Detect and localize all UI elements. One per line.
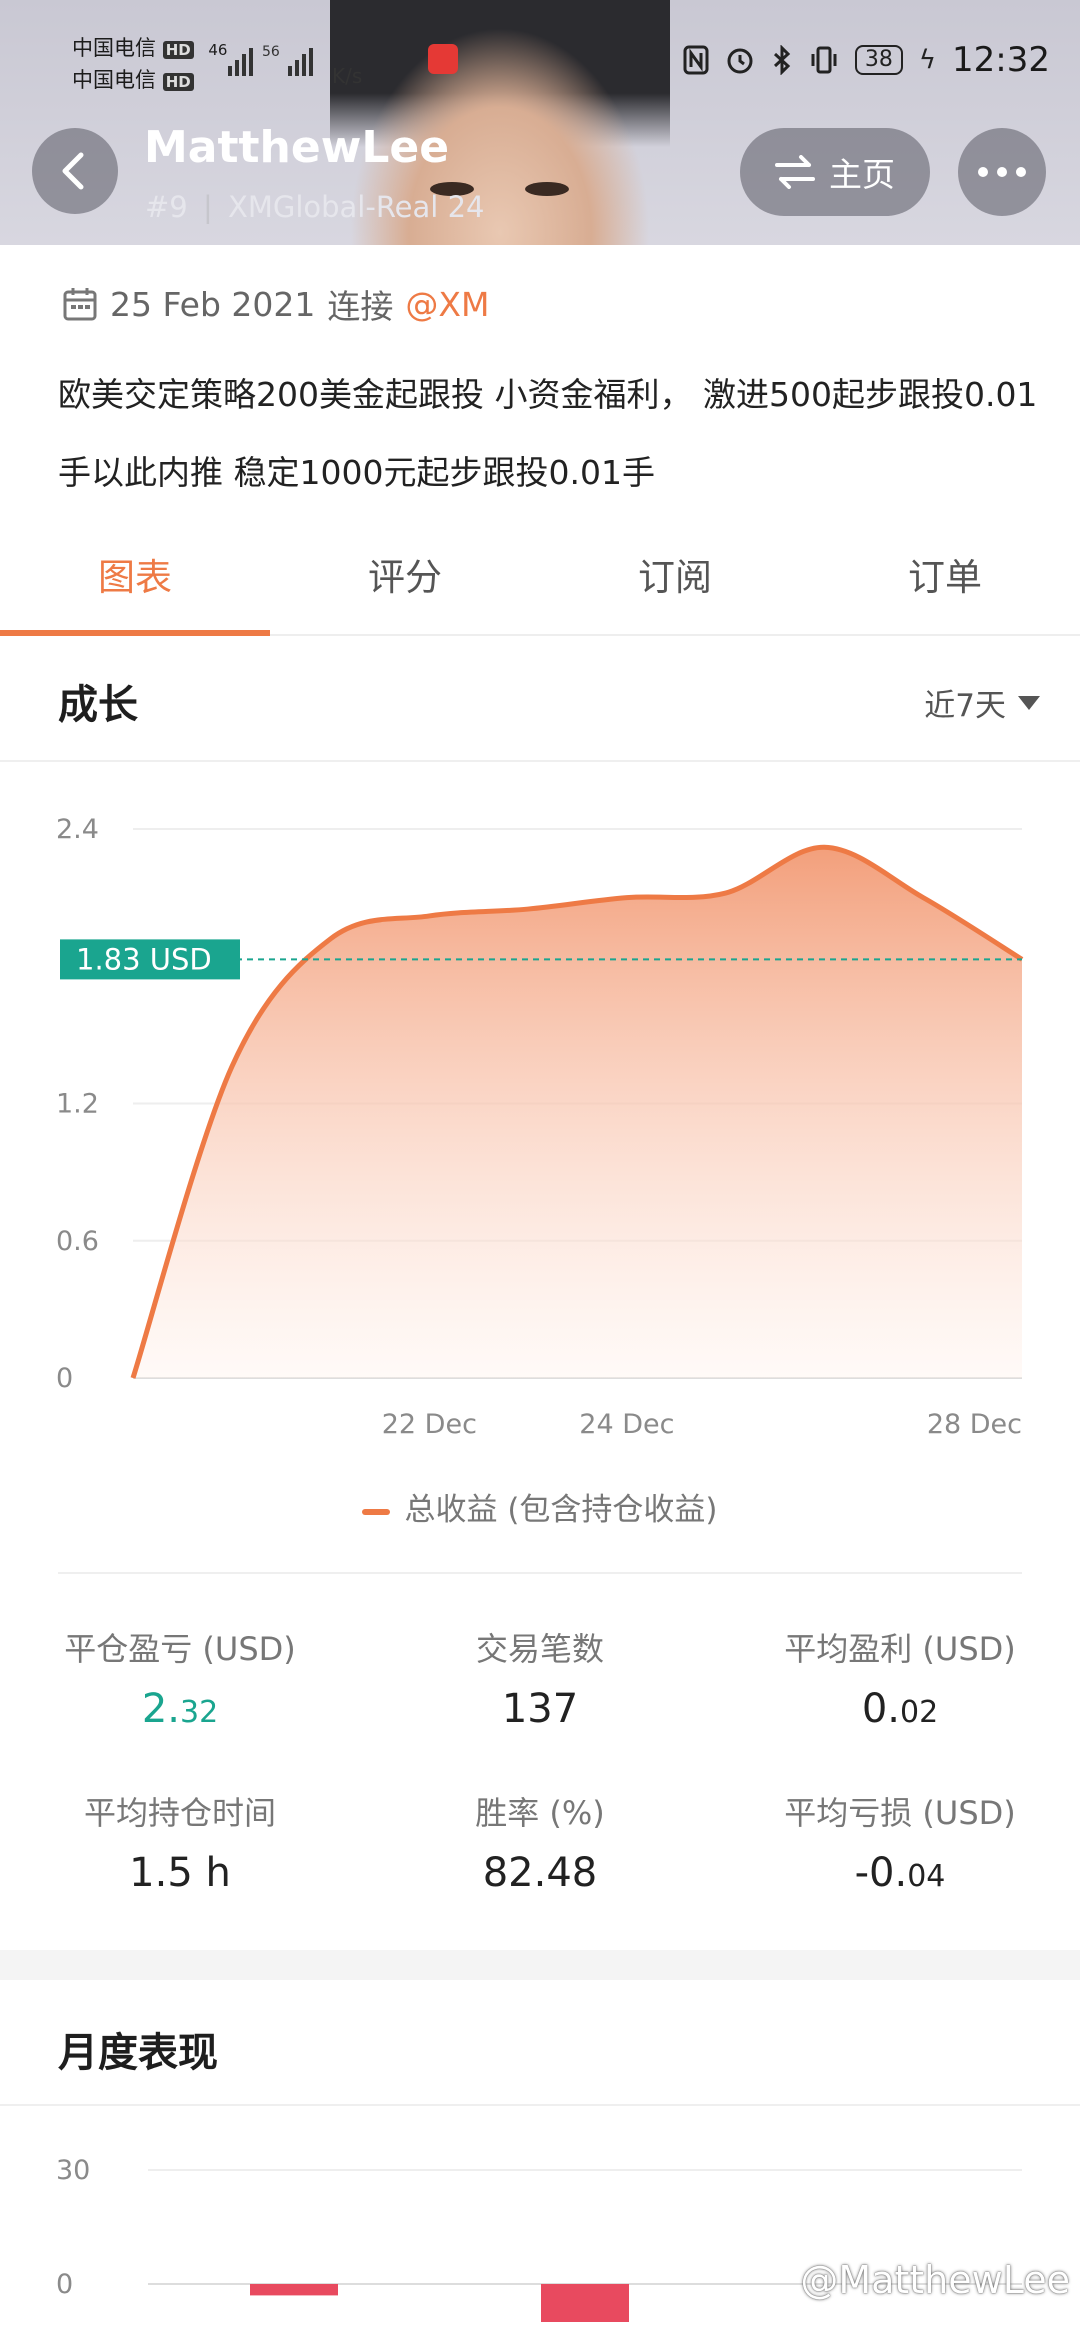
y-tick-label: 30 [56,2155,90,2186]
chart-legend: 总收益 (包含持仓收益) [0,1484,1080,1529]
stat-item: 平均盈利 (USD) 0.02 [720,1624,1080,1732]
y-tick-label: 0 [56,1363,73,1394]
legend-label: 总收益 (包含持仓收益) [404,1492,718,1528]
alarm-icon [727,48,753,74]
chevron-left-icon [62,152,84,190]
dot [978,167,988,177]
eye-right [525,182,569,196]
y-tick-label: 2.4 [56,814,99,845]
stat-value-main: 1.5 h [129,1850,231,1896]
carrier-2: 中国电信 HD [72,64,194,94]
y-tick-label: 0 [56,2269,73,2300]
stat-value: 82.48 [360,1850,720,1896]
x-tick-label: 24 Dec [579,1409,674,1440]
range-value: 近7天 [924,688,1006,724]
profile-header: 中国电信 HD 46 中国电信 HD 56 K/s 38 ϟ 12:32 Mat… [0,0,1080,245]
stat-label: 平均盈利 (USD) [784,1630,1016,1668]
network-type: 56 [262,44,280,60]
stat-value-main: 137 [501,1686,579,1732]
chevron-down-icon [1018,695,1040,710]
tab-orders[interactable]: 订单 [810,530,1080,634]
tab-bar: 图表 评分 订阅 订单 [0,530,1080,636]
tab-subscription[interactable]: 订阅 [540,530,810,634]
switch-icon [775,155,815,189]
bluetooth-icon [773,45,791,75]
battery-icon: 38 [854,45,903,75]
connect-date: 25 Feb 2021 [110,284,316,324]
stat-value: 2.32 [0,1686,360,1732]
monthly-bar [541,2284,629,2322]
nfc-icon [683,45,709,75]
clock: 12:32 [952,40,1050,80]
tab-chart[interactable]: 图表 [0,530,270,636]
current-value-tag: 1.83 USD [60,939,240,980]
stat-item: 胜率 (%) 82.48 [360,1788,720,1896]
stat-item: 平均亏损 (USD) -0.04 [720,1788,1080,1896]
growth-title: 成长 [58,682,138,728]
section-gap [0,1950,1080,1980]
x-tick-label: 22 Dec [382,1409,477,1440]
account-name: XMGlobal-Real 24 [227,190,485,224]
current-value-label: 1.83 USD [76,942,212,976]
stat-label: 平均持仓时间 [83,1794,276,1832]
stat-value-decimal: 04 [907,1859,946,1894]
stat-value-main: -0. [854,1850,908,1896]
calendar-icon [63,288,97,321]
rank: #9 [145,190,188,224]
y-tick-label: 0.6 [56,1226,99,1257]
stat-item: 交易笔数 137 [360,1624,720,1732]
monthly-bar [250,2284,338,2296]
stat-label: 平仓盈亏 (USD) [64,1630,296,1668]
monthly-title: 月度表现 [58,2030,218,2076]
stat-value-decimal: 32 [179,1695,219,1730]
stat-value: -0.04 [720,1850,1080,1896]
dot [1016,167,1026,177]
stat-item: 平均持仓时间 1.5 h [0,1788,360,1896]
growth-area [133,847,1022,1378]
divider [0,760,1080,762]
net-speed: K/s [332,64,363,88]
divider [58,1572,1022,1574]
dot [997,167,1007,177]
tab-rating[interactable]: 评分 [270,530,540,634]
growth-chart: 2.4 1.2 0.6 0 22 Dec 24 Dec 28 Dec 1.83 USD [56,814,1024,1440]
stat-value: 137 [360,1686,720,1732]
stat-item: 平仓盈亏 (USD) 2.32 [0,1624,360,1732]
carrier-1: 中国电信 HD 46 [72,36,228,60]
home-button[interactable]: 主页 [740,128,930,216]
x-axis: 22 Dec 24 Dec 28 Dec [382,1409,1022,1440]
y-tick-label: 1.2 [56,1089,99,1120]
divider [0,2104,1080,2106]
connection-row: 25 Feb 2021 连接 @XM [62,280,489,328]
watermark: @MatthewLee [800,2258,1070,2302]
stat-label: 胜率 (%) [475,1794,605,1832]
profile-subtitle: #9 | XMGlobal-Real 24 [145,190,485,224]
strategy-description: 欧美交定策略200美金起跟投 小资金福利， 激进500起步跟投0.01手以此内推… [58,375,1038,492]
profile-name: MatthewLee [144,122,450,173]
broker-link[interactable]: @XM [405,285,489,324]
legend-swatch [362,1508,391,1515]
x-tick-label: 28 Dec [927,1409,1022,1440]
monthly-chart: 30 0 [56,2155,1022,2322]
y-axis: 2.4 1.2 0.6 0 [56,814,99,1394]
more-button[interactable] [958,128,1046,216]
status-icons: 38 ϟ 12:32 [683,36,1050,84]
signal-icon [228,48,313,76]
stat-value-main: 82.48 [482,1850,598,1896]
stat-value-main: 0. [861,1686,900,1732]
stat-value-decimal: 02 [899,1695,939,1730]
vibrate-icon [811,46,837,74]
stat-value-main: 2. [141,1686,180,1732]
stat-label: 交易笔数 [475,1630,604,1668]
connect-label: 连接 [327,287,394,326]
stat-value: 1.5 h [0,1850,360,1896]
range-dropdown[interactable]: 近7天 [924,680,1040,725]
back-button[interactable] [32,128,118,214]
home-label: 主页 [829,155,895,194]
stat-label: 平均亏损 (USD) [784,1794,1016,1832]
stat-value: 0.02 [720,1686,1080,1732]
charging-icon: ϟ [918,45,937,75]
app-notification-icon [428,44,458,74]
